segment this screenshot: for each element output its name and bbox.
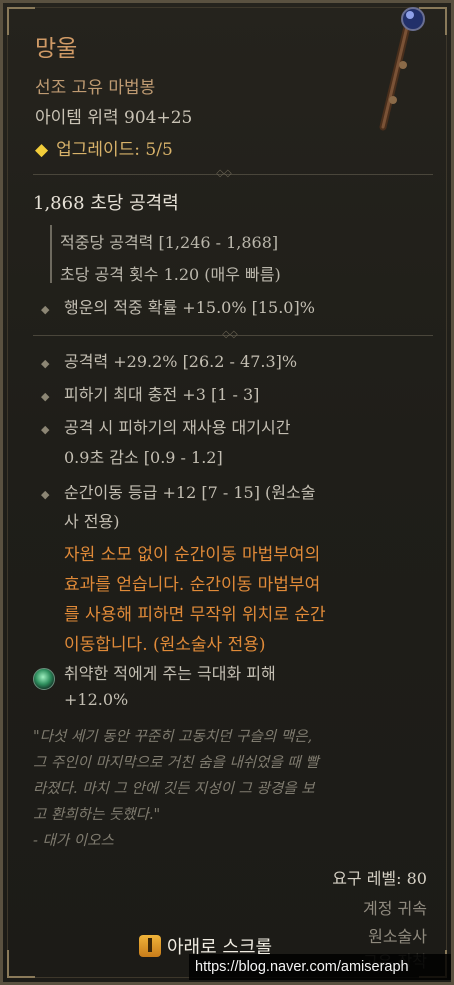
item-type: 선조 고유 마법봉 — [35, 78, 156, 98]
watermark: https://blog.naver.com/amiseraph — [189, 954, 451, 980]
upgrade-status: ◆ 업그레이드: 5/5 — [35, 135, 173, 160]
unique-power-line: 자원 소모 없이 순간이동 마법부여의 — [64, 545, 321, 565]
upgrade-label: 업그레이드: 5/5 — [56, 140, 173, 160]
frame-corner — [7, 7, 35, 35]
affix-text: 공격력 +29.2% [26.2 - 47.3]% — [64, 352, 298, 371]
frame-corner — [7, 950, 35, 978]
dps-value: 1,868 초당 공격력 — [33, 193, 179, 214]
diamond-icon: ◆ — [35, 140, 49, 160]
staff-icon — [379, 7, 425, 131]
affix: ◆ 피하기 최대 충전 +3 [1 - 3] — [41, 381, 259, 405]
unique-power-line: 를 사용해 피하면 무작위 위치로 순간 — [64, 605, 326, 625]
unique-power-line: 이동합니다. (원소술사 전용) — [64, 635, 266, 655]
class-requirement: 원소술사 — [368, 927, 427, 946]
flavor-text: 라졌다. 마치 그 안에 깃든 지성이 그 광경을 보 — [33, 781, 315, 797]
affix-text: 피하기 최대 충전 +3 [1 - 3] — [64, 385, 260, 404]
stat-bar — [50, 225, 52, 283]
affix-text: 공격 시 피하기의 재사용 대기시간 — [64, 418, 291, 437]
bullet-icon: ◆ — [41, 390, 50, 403]
bullet-icon: ◆ — [41, 423, 50, 436]
scroll-down-icon — [139, 935, 161, 957]
flavor-text: 고 환희하는 듯했다." — [33, 807, 161, 823]
affix: ◆ 공격 시 피하기의 재사용 대기시간 — [41, 414, 290, 438]
socket-affix-cont: +12.0% — [64, 690, 129, 709]
affix-text-cont: 0.9초 감소 [0.9 - 1.2] — [64, 448, 223, 467]
affix-text-cont: 사 전용) — [64, 512, 120, 531]
item-name: 망울 — [35, 36, 78, 62]
item-tooltip: 망울 선조 고유 마법봉 아이템 위력 904+25 ◆ 업그레이드: 5/5 ◇… — [0, 0, 454, 985]
affix: ◆ 순간이동 등급 +12 [7 - 15] (원소술 — [41, 479, 315, 503]
divider-ornament: ◇◇ — [222, 329, 238, 340]
item-power: 아이템 위력 904+25 — [35, 108, 193, 128]
flavor-text: "다섯 세기 동안 꾸준히 고동치던 구슬의 맥은, — [33, 729, 313, 745]
implicit-text: 행운의 적중 확률 +15.0% [15.0]% — [64, 298, 315, 317]
flavor-attribution: - 대가 이오스 — [33, 833, 114, 849]
flavor-text: 그 주인이 마지막으로 거친 숨을 내쉬었을 때 빨 — [33, 755, 319, 771]
divider-ornament: ◇◇ — [216, 168, 232, 179]
damage-per-hit: 적중당 공격력 [1,246 - 1,868] — [60, 233, 279, 252]
unique-power-line: 효과를 얻습니다. 순간이동 마법부여 — [64, 575, 321, 595]
affix: ◆ 공격력 +29.2% [26.2 - 47.3]% — [41, 348, 297, 372]
bullet-icon: ◆ — [41, 357, 50, 370]
gem-icon — [33, 668, 55, 690]
required-level: 요구 레벨: 80 — [332, 869, 427, 888]
bullet-icon: ◆ — [41, 488, 50, 501]
affix-text: 순간이동 등급 +12 [7 - 15] (원소술 — [64, 483, 316, 502]
account-bound: 계정 귀속 — [363, 899, 427, 918]
attack-speed: 초당 공격 횟수 1.20 (매우 빠름) — [60, 265, 281, 284]
implicit-affix: ◆ 행운의 적중 확률 +15.0% [15.0]% — [41, 294, 315, 318]
bullet-icon: ◆ — [41, 303, 50, 316]
socket-affix: 취약한 적에게 주는 극대화 피해 — [64, 664, 276, 683]
